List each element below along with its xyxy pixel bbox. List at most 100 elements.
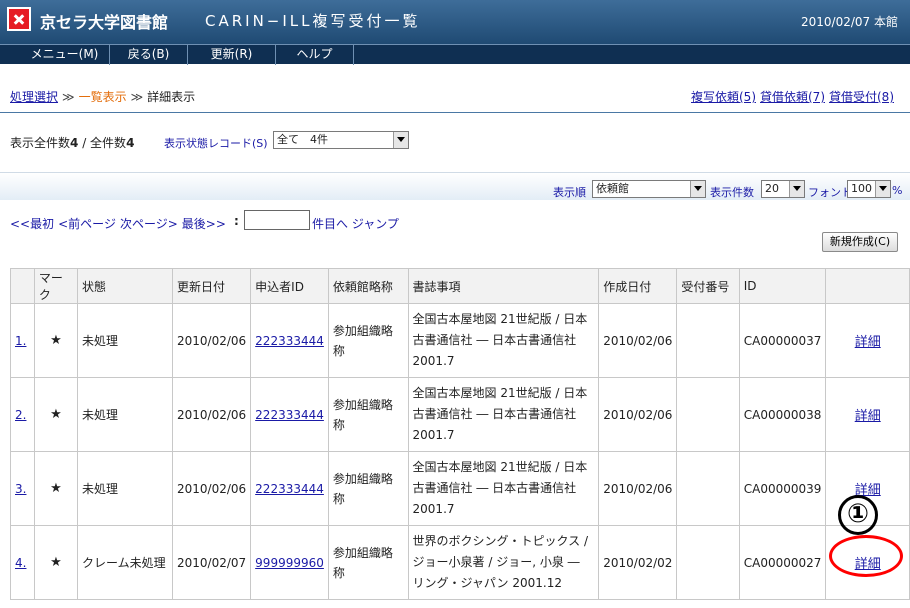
column-header-bib[interactable]: 書誌事項 bbox=[407, 268, 600, 304]
copy-request-link[interactable]: 複写依頼(5) bbox=[691, 90, 756, 104]
status-cell: 未処理 bbox=[76, 451, 174, 526]
sort-order-label: 表示順 bbox=[553, 186, 586, 199]
column-header-org[interactable]: 依頼館略称 bbox=[327, 268, 409, 304]
row-number-link[interactable]: 1. bbox=[10, 303, 35, 378]
column-header-applicant[interactable]: 申込者ID bbox=[250, 268, 329, 304]
menu-item-refresh[interactable]: 更新(R) bbox=[188, 45, 276, 65]
menu-item-menu[interactable]: メニュー(M) bbox=[20, 45, 110, 65]
total-count-label: 全件数 bbox=[90, 136, 127, 150]
breadcrumb-separator: ≫ bbox=[62, 90, 75, 104]
page-jump-input[interactable] bbox=[244, 210, 310, 230]
state-filter-select[interactable]: 全て 4件 bbox=[273, 131, 409, 149]
last-page-link[interactable]: 最後>> bbox=[182, 217, 226, 231]
updated-date-cell: 2010/02/07 bbox=[171, 525, 252, 600]
column-header-status[interactable]: 状態 bbox=[76, 268, 174, 304]
star-icon: ★ bbox=[33, 525, 78, 600]
org-name-cell: 参加組織略称 bbox=[327, 303, 409, 378]
sort-order-value: 依頼館 bbox=[596, 182, 629, 195]
request-table: マーク 状態 更新日付 申込者ID 依頼館略称 書誌事項 作成日付 受付番号 I… bbox=[10, 268, 910, 600]
app-header: 京セラ大学図書館 CARIN−ILL複写受付一覧 2010/02/07 本館 bbox=[0, 0, 910, 44]
page-size-label: 表示件数 bbox=[710, 186, 754, 199]
date-location: 2010/02/07 本館 bbox=[801, 15, 898, 29]
applicant-id-link[interactable]: 222333444 bbox=[250, 303, 329, 378]
column-header-action bbox=[825, 268, 910, 304]
created-date-cell: 2010/02/06 bbox=[598, 451, 678, 526]
record-id-cell: CA00000027 bbox=[738, 525, 827, 600]
detail-link[interactable]: 詳細 bbox=[825, 303, 910, 378]
page-jump-link[interactable]: 件目へ ジャンプ bbox=[312, 215, 399, 232]
state-filter-value: 全て 4件 bbox=[277, 133, 328, 146]
bibliographic-cell: 世界のボクシング・トピックス / ジョー小泉著 / ジョー, 小泉 ― リング・… bbox=[407, 525, 600, 600]
created-date-cell: 2010/02/02 bbox=[598, 525, 678, 600]
table-row: 3. ★ 未処理 2010/02/06 222333444 参加組織略称 全国古… bbox=[10, 451, 910, 526]
sort-order-select[interactable]: 依頼館 bbox=[592, 180, 706, 198]
font-size-value: 100 bbox=[851, 182, 872, 195]
updated-date-cell: 2010/02/06 bbox=[171, 303, 252, 378]
row-number-link[interactable]: 3. bbox=[10, 451, 35, 526]
detail-link[interactable]: 詳細 bbox=[825, 377, 910, 452]
menu-item-help[interactable]: ヘルプ bbox=[276, 45, 354, 65]
column-header-mark[interactable]: マーク bbox=[33, 268, 78, 304]
screen-title: CARIN−ILL複写受付一覧 bbox=[205, 12, 421, 30]
prev-page-link[interactable]: <前ページ bbox=[58, 217, 116, 231]
table-row: 1. ★ 未処理 2010/02/06 222333444 参加組織略称 全国古… bbox=[10, 303, 910, 378]
created-date-cell: 2010/02/06 bbox=[598, 303, 678, 378]
org-name-cell: 参加組織略称 bbox=[327, 451, 409, 526]
new-record-button[interactable]: 新規作成(C) bbox=[822, 232, 898, 252]
next-page-link[interactable]: 次ページ> bbox=[120, 217, 178, 231]
percent-sign: % bbox=[892, 184, 903, 197]
receipt-number-cell bbox=[676, 377, 740, 452]
applicant-id-link[interactable]: 222333444 bbox=[250, 377, 329, 452]
first-page-link[interactable]: <<最初 bbox=[10, 217, 54, 231]
chevron-down-icon[interactable] bbox=[789, 181, 804, 197]
bibliographic-cell: 全国古本屋地図 21世紀版 / 日本古書通信社 ― 日本古書通信社 2001.7 bbox=[407, 303, 600, 378]
breadcrumb-separator: ≫ bbox=[130, 90, 144, 104]
breadcrumb-detail-view: 詳細表示 bbox=[147, 90, 196, 104]
table-row: 2. ★ 未処理 2010/02/06 222333444 参加組織略称 全国古… bbox=[10, 377, 910, 452]
record-id-cell: CA00000037 bbox=[738, 303, 827, 378]
chevron-down-icon[interactable] bbox=[393, 132, 408, 148]
page-size-select[interactable]: 20 bbox=[761, 180, 805, 198]
breadcrumb-process-select[interactable]: 処理選択 bbox=[10, 90, 58, 104]
menu-item-back[interactable]: 戻る(B) bbox=[110, 45, 188, 65]
star-icon: ★ bbox=[33, 451, 78, 526]
org-name-cell: 参加組織略称 bbox=[327, 525, 409, 600]
request-links: 複写依頼(5) 貸借依頼(7) 貸借受付(8) bbox=[687, 88, 894, 105]
applicant-id-link[interactable]: 222333444 bbox=[250, 451, 329, 526]
chevron-down-icon[interactable] bbox=[690, 181, 705, 197]
menu-bar: メニュー(M) 戻る(B) 更新(R) ヘルプ bbox=[0, 44, 910, 65]
column-header-no bbox=[10, 268, 35, 304]
column-header-receipt[interactable]: 受付番号 bbox=[676, 268, 740, 304]
count-separator: / bbox=[78, 136, 91, 150]
bibliographic-cell: 全国古本屋地図 21世紀版 / 日本古書通信社 ― 日本古書通信社 2001.7 bbox=[407, 451, 600, 526]
row-number-link[interactable]: 2. bbox=[10, 377, 35, 452]
column-header-created[interactable]: 作成日付 bbox=[598, 268, 678, 304]
loan-receipt-link[interactable]: 貸借受付(8) bbox=[829, 90, 894, 104]
paging-colon: : bbox=[234, 214, 239, 228]
column-header-updated[interactable]: 更新日付 bbox=[171, 268, 252, 304]
row-number-link[interactable]: 4. bbox=[10, 525, 35, 600]
library-name: 京セラ大学図書館 bbox=[40, 13, 169, 32]
record-id-cell: CA00000039 bbox=[738, 451, 827, 526]
font-size-label: フォント bbox=[808, 186, 852, 199]
star-icon: ★ bbox=[33, 377, 78, 452]
receipt-number-cell bbox=[676, 525, 740, 600]
table-row: 4. ★ クレーム未処理 2010/02/07 999999960 参加組織略称… bbox=[10, 525, 910, 600]
state-filter-label: 表示状態レコード(S) bbox=[164, 137, 268, 150]
status-cell: 未処理 bbox=[76, 303, 174, 378]
total-count-value: 4 bbox=[126, 136, 135, 150]
created-date-cell: 2010/02/06 bbox=[598, 377, 678, 452]
display-count-label: 表示全件数 bbox=[10, 136, 71, 150]
applicant-id-link[interactable]: 999999960 bbox=[250, 525, 329, 600]
receipt-number-cell bbox=[676, 303, 740, 378]
breadcrumb: 処理選択 ≫ 一覧表示 ≫ 詳細表示 bbox=[10, 88, 195, 105]
status-cell: 未処理 bbox=[76, 377, 174, 452]
breadcrumb-list-view[interactable]: 一覧表示 bbox=[79, 90, 127, 104]
chevron-down-icon[interactable] bbox=[875, 181, 890, 197]
receipt-number-cell bbox=[676, 451, 740, 526]
loan-request-link[interactable]: 貸借依頼(7) bbox=[760, 90, 825, 104]
column-header-id[interactable]: ID bbox=[738, 268, 827, 304]
updated-date-cell: 2010/02/06 bbox=[171, 377, 252, 452]
record-counts: 表示全件数4 / 全件数4 bbox=[10, 134, 134, 151]
font-size-select[interactable]: 100 bbox=[847, 180, 891, 198]
